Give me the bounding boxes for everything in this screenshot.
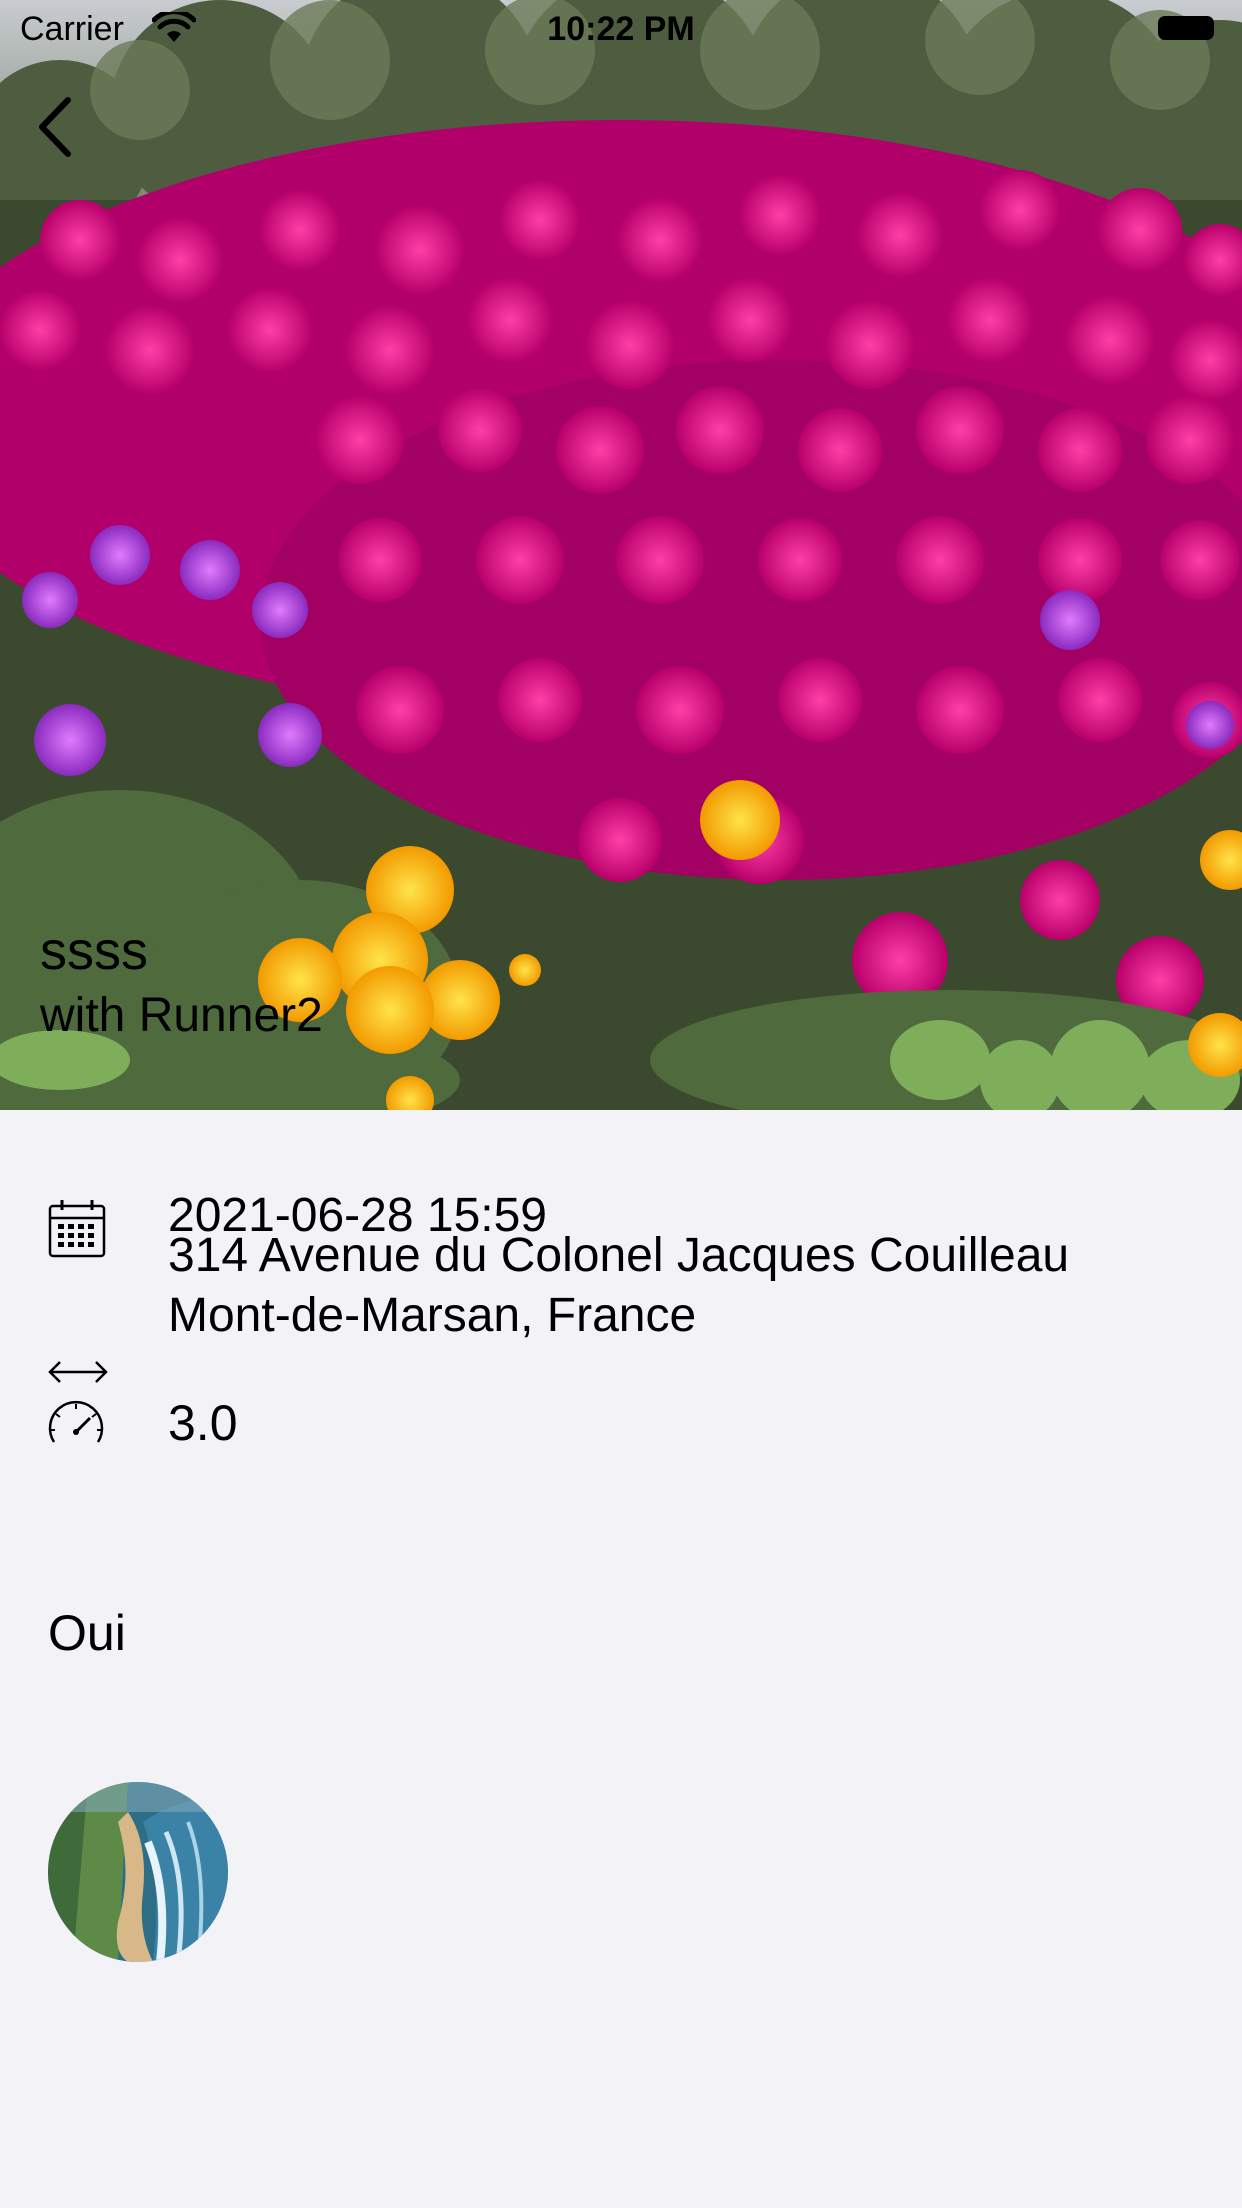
speedometer-icon: [46, 1398, 106, 1451]
battery-icon: [1158, 16, 1214, 40]
participation-answer: Oui: [48, 1605, 126, 1661]
address-line-1: 314 Avenue du Colonel Jacques Couilleau: [168, 1229, 1070, 1282]
flower-field-image: [0, 0, 1242, 1110]
hero-photo: Carrier 10:22 PM ssss with Runner2: [0, 0, 1242, 1110]
clock-time: 10:22 PM: [547, 10, 695, 48]
calendar-icon: [46, 1198, 108, 1265]
event-subtitle: with Runner2: [40, 989, 323, 1042]
chevron-left-icon: [39, 97, 71, 157]
back-button[interactable]: [30, 92, 84, 162]
beach-photo-avatar: [48, 1782, 228, 1962]
participant-avatar[interactable]: [48, 1782, 228, 1962]
status-bar: Carrier 10:22 PM: [0, 0, 1242, 60]
event-title: ssss: [40, 921, 148, 981]
event-address: 314 Avenue du Colonel Jacques Couilleau …: [168, 1226, 1069, 1346]
address-line-2: Mont-de-Marsan, France: [168, 1289, 697, 1342]
horizontal-arrows-icon: [46, 1356, 110, 1393]
event-speed: 3.0: [168, 1395, 238, 1451]
